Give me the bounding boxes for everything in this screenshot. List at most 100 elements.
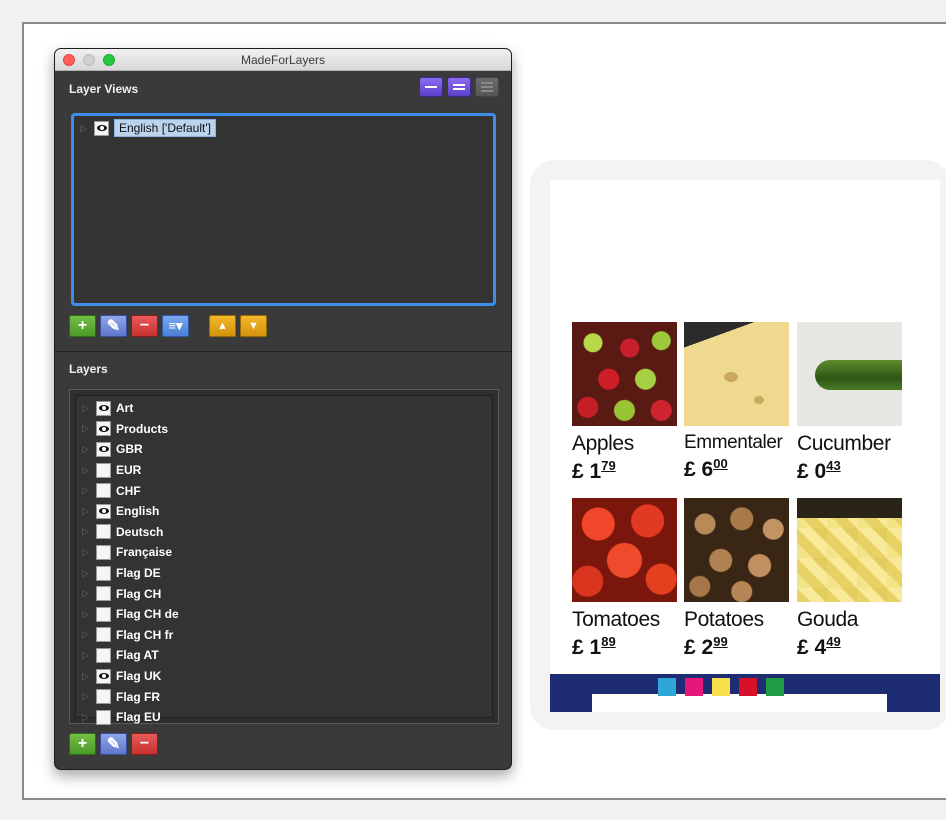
apples-photo: [572, 322, 677, 426]
layer-row[interactable]: ▷ Française: [76, 542, 492, 563]
disclosure-triangle-icon[interactable]: ▷: [82, 629, 96, 640]
view-mode-buttons: [419, 77, 499, 97]
visibility-toggle[interactable]: [96, 544, 111, 560]
disclosure-triangle-icon[interactable]: ▷: [82, 526, 96, 537]
color-swatch: [685, 678, 703, 696]
visibility-toggle[interactable]: [96, 524, 111, 540]
layer-row[interactable]: ▷ Deutsch: [76, 522, 492, 543]
layer-row[interactable]: ▷ Flag FR: [76, 686, 492, 707]
layer-views-toolbar: + ✎ − ≡▾ ▲ ▼: [69, 315, 267, 337]
emmentaler-photo: [684, 322, 789, 426]
layer-row[interactable]: ▷ Art: [76, 398, 492, 419]
window-title: MadeForLayers: [240, 53, 326, 67]
layer-name: EUR: [116, 463, 142, 478]
disclosure-triangle-icon[interactable]: ▷: [82, 568, 96, 579]
layers-heading: Layers: [69, 362, 108, 376]
add-layer-button[interactable]: +: [69, 733, 96, 755]
layer-row[interactable]: ▷ Flag CH de: [76, 604, 492, 625]
visibility-eye-icon[interactable]: [96, 668, 111, 684]
visibility-toggle[interactable]: [96, 647, 111, 663]
layer-row[interactable]: ▷ Flag CH fr: [76, 625, 492, 646]
disclosure-triangle-icon[interactable]: ▷: [82, 444, 96, 455]
disclosure-triangle-icon[interactable]: ▷: [82, 691, 96, 702]
layer-row[interactable]: ▷ CHF: [76, 480, 492, 501]
layer-name: Flag CH fr: [116, 627, 174, 642]
single-line-icon: [425, 86, 437, 88]
product-price: £ 449: [797, 634, 841, 659]
visibility-toggle[interactable]: [96, 709, 111, 725]
visibility-toggle[interactable]: [96, 565, 111, 581]
edit-layer-button[interactable]: ✎: [100, 733, 127, 755]
expand-view-button[interactable]: [475, 77, 499, 97]
product-price: £ 189: [572, 634, 616, 659]
title-bar[interactable]: MadeForLayers: [55, 49, 511, 71]
layer-row[interactable]: ▷ Flag EU: [76, 707, 492, 728]
visibility-toggle[interactable]: [96, 689, 111, 705]
product-name: Cucumber: [797, 432, 891, 455]
disclosure-triangle-icon[interactable]: ▷: [82, 506, 96, 517]
disclosure-triangle-icon[interactable]: ▷: [82, 609, 96, 620]
disclosure-triangle-icon[interactable]: ▷: [82, 465, 96, 476]
collapse-view-button[interactable]: [419, 77, 443, 97]
layer-row[interactable]: ▷ Products: [76, 419, 492, 440]
layer-name: Flag UK: [116, 669, 162, 684]
disclosure-triangle-icon[interactable]: ▷: [82, 588, 96, 599]
product-name: Apples: [572, 432, 634, 455]
product-card-tomatoes: Tomatoes £ 189: [572, 498, 680, 660]
layer-view-row[interactable]: ▷ English ['Default']: [74, 118, 493, 139]
layer-row[interactable]: ▷ EUR: [76, 460, 492, 481]
document-preview: Apples £ 179 Emmentaler £ 600 Cucumber £…: [550, 180, 940, 712]
remove-icon: −: [139, 735, 150, 752]
layer-name: English: [116, 504, 160, 519]
visibility-toggle[interactable]: [96, 462, 111, 478]
layer-name: Flag DE: [116, 566, 161, 581]
layer-row[interactable]: ▷ GBR: [76, 439, 492, 460]
triple-line-icon: [481, 82, 493, 84]
remove-layer-button[interactable]: −: [131, 733, 158, 755]
layer-views-list[interactable]: ▷ English ['Default']: [71, 113, 496, 306]
layer-row[interactable]: ▷ Flag CH: [76, 583, 492, 604]
color-swatch: [739, 678, 757, 696]
color-swatch: [766, 678, 784, 696]
disclosure-triangle-icon[interactable]: ▷: [82, 423, 96, 434]
layer-name: Flag CH de: [116, 607, 179, 622]
remove-view-button[interactable]: −: [131, 315, 158, 337]
disclosure-triangle-icon[interactable]: ▷: [82, 712, 96, 723]
disclosure-triangle-icon[interactable]: ▷: [82, 650, 96, 661]
disclosure-triangle-icon[interactable]: ▷: [82, 485, 96, 496]
disclosure-triangle-icon[interactable]: ▷: [80, 123, 94, 134]
color-swatch: [712, 678, 730, 696]
layers-list[interactable]: ▷ Art ▷ Products ▷ GBR ▷ EUR ▷ CHF ▷ English ▷ Deutsc…: [75, 395, 493, 725]
add-view-button[interactable]: +: [69, 315, 96, 337]
layer-row[interactable]: ▷ English: [76, 501, 492, 522]
visibility-eye-icon[interactable]: [96, 421, 111, 437]
view-options-menu-button[interactable]: ≡▾: [162, 315, 189, 337]
visibility-toggle[interactable]: [96, 586, 111, 602]
layer-name: Art: [116, 401, 134, 416]
move-view-down-button[interactable]: ▼: [240, 315, 267, 337]
visibility-eye-icon[interactable]: [94, 120, 109, 136]
disclosure-triangle-icon[interactable]: ▷: [82, 403, 96, 414]
layer-row[interactable]: ▷ Flag DE: [76, 563, 492, 584]
tomatoes-photo: [572, 498, 677, 602]
section-divider: [55, 351, 511, 352]
layer-row[interactable]: ▷ Flag AT: [76, 645, 492, 666]
visibility-eye-icon[interactable]: [96, 503, 111, 519]
product-price: £ 600: [684, 456, 728, 481]
disclosure-triangle-icon[interactable]: ▷: [82, 547, 96, 558]
footer-white-strip: [592, 694, 887, 712]
disclosure-triangle-icon[interactable]: ▷: [82, 671, 96, 682]
visibility-eye-icon[interactable]: [96, 400, 111, 416]
product-name: Gouda: [797, 608, 859, 631]
visibility-toggle[interactable]: [96, 606, 111, 622]
layer-row[interactable]: ▷ Flag UK: [76, 666, 492, 687]
edit-view-button[interactable]: ✎: [100, 315, 127, 337]
visibility-eye-icon[interactable]: [96, 441, 111, 457]
visibility-toggle[interactable]: [96, 627, 111, 643]
product-card-cucumber: Cucumber £ 043: [797, 322, 905, 484]
move-view-up-button[interactable]: ▲: [209, 315, 236, 337]
double-line-icon: [453, 84, 465, 86]
visibility-toggle[interactable]: [96, 483, 111, 499]
split-view-button[interactable]: [447, 77, 471, 97]
product-name: Emmentaler: [684, 432, 783, 453]
